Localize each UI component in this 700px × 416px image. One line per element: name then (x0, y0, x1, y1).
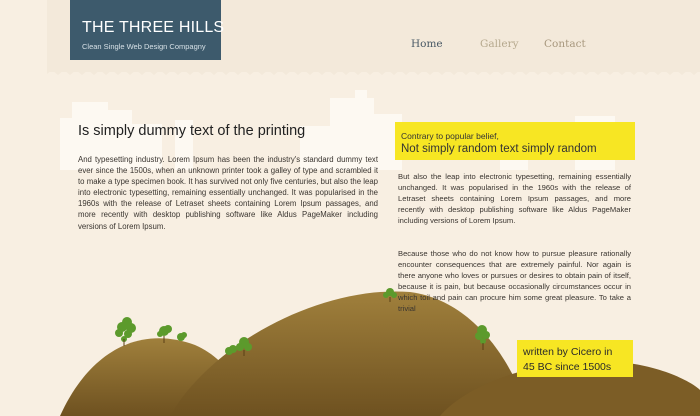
signature-line-1: written by Cicero in (523, 346, 613, 358)
signature-box: written by Cicero in 45 BC since 1500s (517, 340, 633, 377)
callout-subtitle: Contrary to popular belief, (401, 131, 499, 141)
callout-title: Not simply random text simply random (401, 143, 597, 155)
main-heading: Is simply dummy text of the printing (78, 123, 306, 139)
signature-line-2: 45 BC since 1500s (523, 361, 612, 373)
main-body-text: And typesetting industry. Lorem Ipsum ha… (78, 155, 378, 231)
sidebar-paragraph-1: But also the leap into electronic typese… (398, 172, 631, 226)
sidebar-paragraph-2: Because those who do not know how to pur… (398, 249, 631, 314)
callout-box: Contrary to popular belief, Not simply r… (395, 122, 635, 160)
